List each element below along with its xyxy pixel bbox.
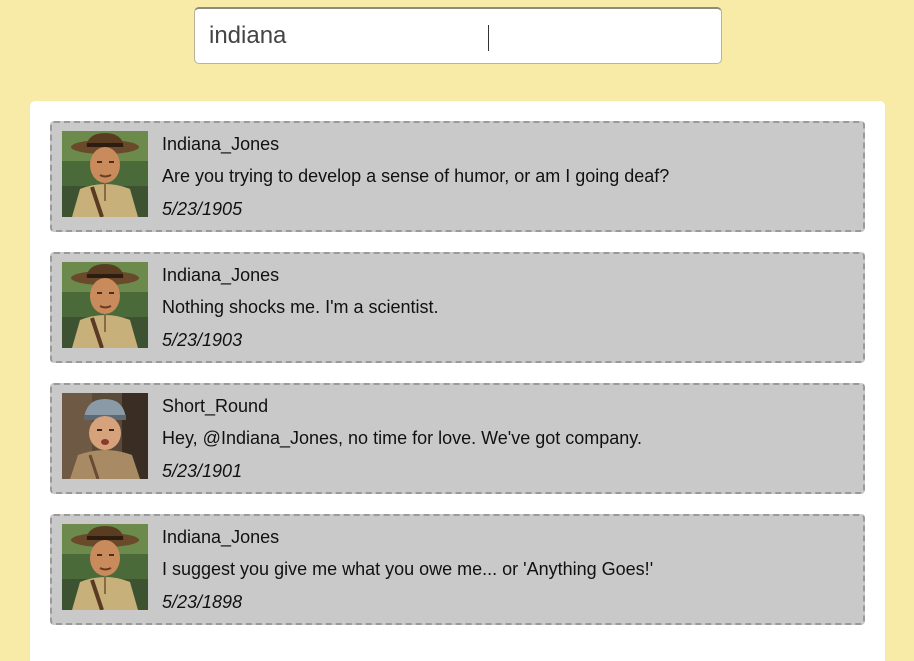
indiana-jones-avatar	[62, 262, 148, 348]
short-round-avatar	[62, 393, 148, 479]
tweet-username[interactable]: Short_Round	[162, 396, 268, 417]
indiana-jones-avatar	[62, 131, 148, 217]
tweet-date: 5/23/1905	[162, 199, 243, 219]
tweet-card: Indiana_Jones I suggest you give me what…	[50, 514, 865, 625]
tweet-username[interactable]: Indiana_Jones	[162, 527, 279, 548]
tweet-text: Nothing shocks me. I'm a scientist.	[162, 297, 439, 317]
tweet-username[interactable]: Indiana_Jones	[162, 265, 279, 286]
tweet-text: I suggest you give me what you owe me...…	[162, 559, 654, 579]
tweet-card: Short_Round Hey, @Indiana_Jones, no time…	[50, 383, 865, 494]
tweet-feed: Indiana_Jones Are you trying to develop …	[50, 121, 865, 645]
tweet-card: Indiana_Jones Are you trying to develop …	[50, 121, 865, 232]
text-caret	[488, 25, 489, 51]
search-input[interactable]	[195, 9, 721, 63]
tweet-text: Are you trying to develop a sense of hum…	[162, 166, 670, 186]
tweet-text: Hey, @Indiana_Jones, no time for love. W…	[162, 428, 642, 448]
indiana-jones-avatar	[62, 524, 148, 610]
tweet-date: 5/23/1901	[162, 461, 243, 481]
tweet-date: 5/23/1898	[162, 592, 243, 612]
tweet-date: 5/23/1903	[162, 330, 243, 350]
tweet-card: Indiana_Jones Nothing shocks me. I'm a s…	[50, 252, 865, 363]
search-box[interactable]	[194, 7, 722, 64]
tweet-username[interactable]: Indiana_Jones	[162, 134, 279, 155]
